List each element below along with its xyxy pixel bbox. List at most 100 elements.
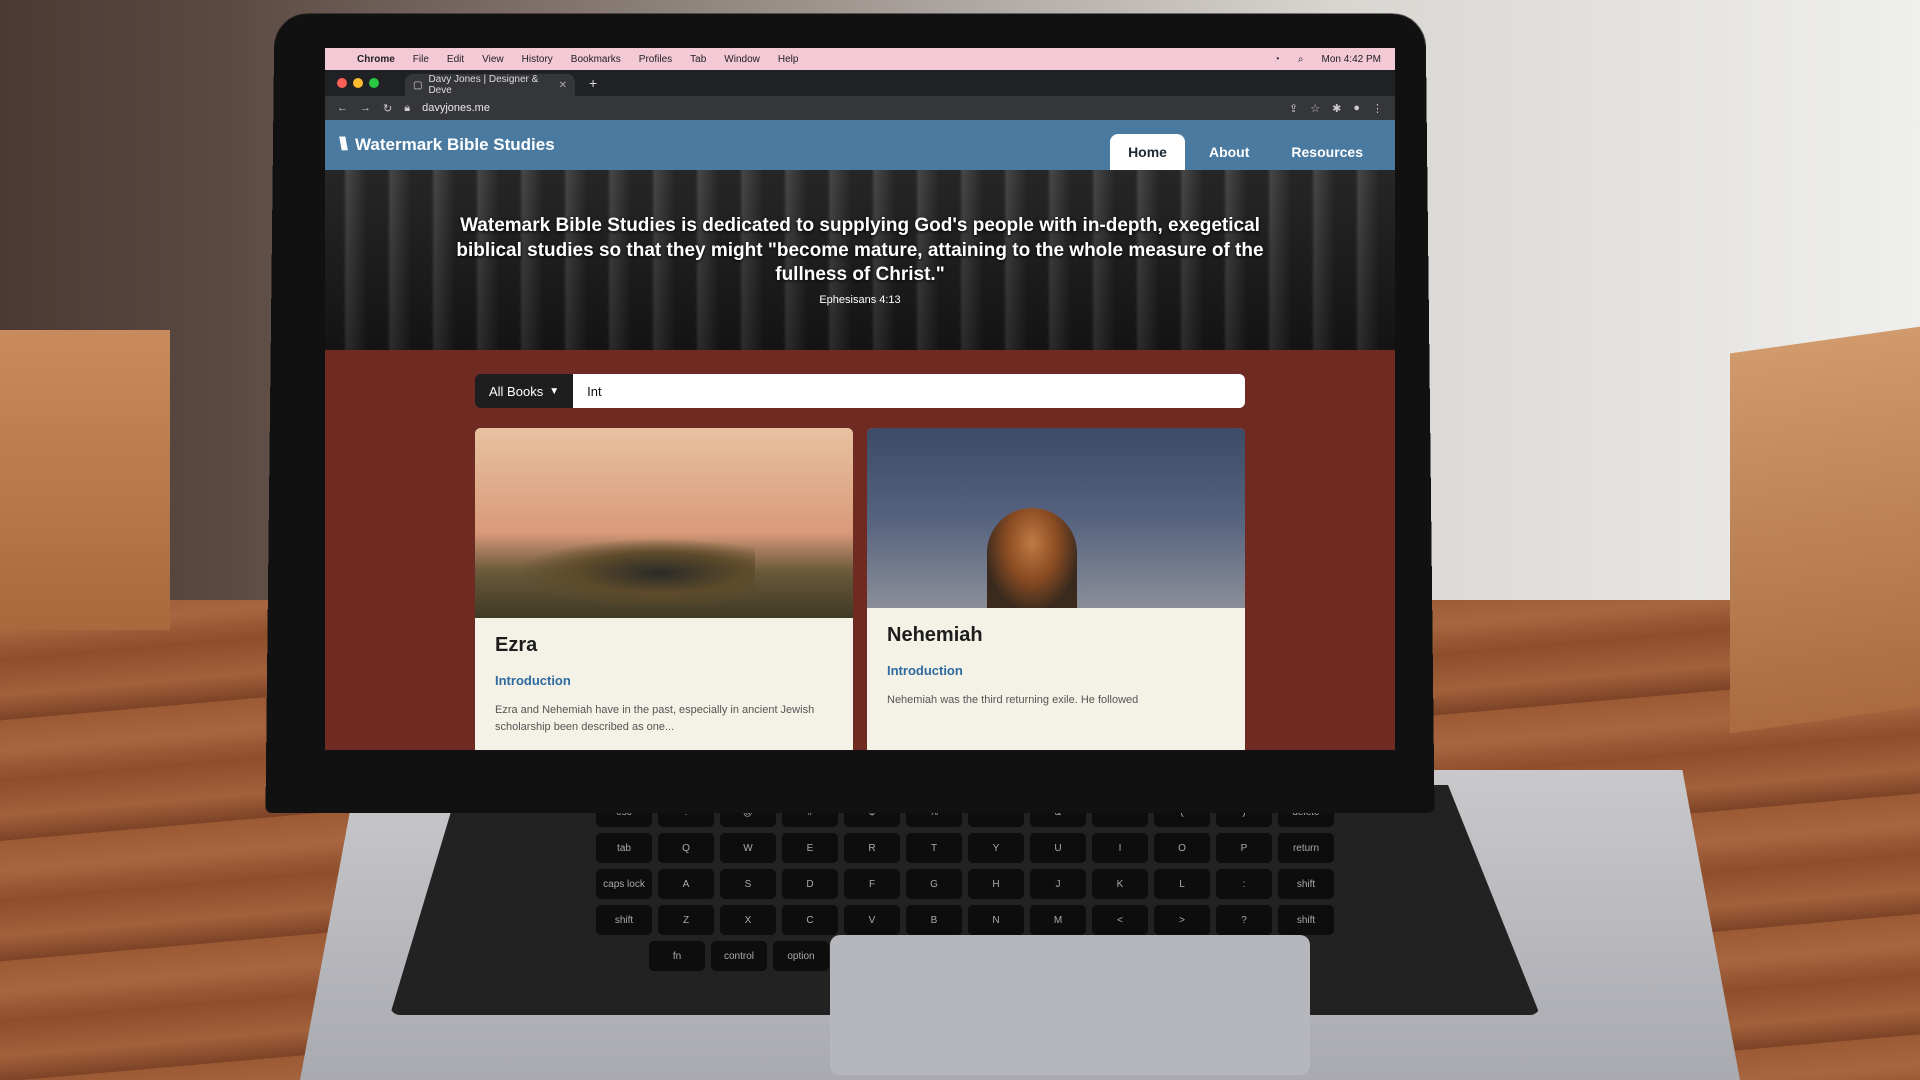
site-brand[interactable]: \\\ Watermark Bible Studies xyxy=(339,134,555,155)
chrome-menu-icon[interactable]: ⋮ xyxy=(1372,102,1383,115)
menubar-item-edit[interactable]: Edit xyxy=(447,54,464,65)
menubar-item-bookmarks[interactable]: Bookmarks xyxy=(571,54,621,65)
bookmark-star-icon[interactable]: ☆ xyxy=(1310,102,1320,115)
keyboard-key[interactable]: < xyxy=(1092,905,1148,935)
menubar-item-view[interactable]: View xyxy=(482,54,504,65)
mac-menubar: Chrome File Edit View History Bookmarks … xyxy=(325,48,1395,70)
keyboard-key[interactable]: X xyxy=(720,905,776,935)
book-filter-dropdown[interactable]: All Books ▼ xyxy=(475,374,574,408)
keyboard-key[interactable]: Y xyxy=(968,833,1024,863)
card-excerpt: Ezra and Nehemiah have in the past, espe… xyxy=(495,704,815,733)
card-title: Nehemiah xyxy=(887,624,983,646)
keyboard-key[interactable]: M xyxy=(1030,905,1086,935)
window-maximize-icon[interactable] xyxy=(369,78,379,88)
card-introduction-link[interactable]: Introduction xyxy=(495,673,833,688)
reload-icon[interactable]: ↻ xyxy=(383,102,392,115)
search-icon[interactable]: ⌕ xyxy=(1298,54,1304,65)
tab-close-icon[interactable]: ✕ xyxy=(559,80,567,91)
ezra-painting-image xyxy=(475,428,853,618)
search-bar: All Books ▼ xyxy=(475,374,1245,408)
study-cards: Ezra Introduction Ezra and Nehemiah have… xyxy=(475,428,1245,750)
keyboard-key[interactable]: shift xyxy=(1278,905,1334,935)
brand-name: Watermark Bible Studies xyxy=(355,134,555,154)
keyboard-key[interactable]: control xyxy=(711,941,767,971)
window-minimize-icon[interactable] xyxy=(353,78,363,88)
keyboard-key[interactable]: H xyxy=(968,869,1024,899)
keyboard-key[interactable]: P xyxy=(1216,833,1272,863)
tab-favicon-icon: ▢ xyxy=(413,79,423,91)
card-title: Ezra xyxy=(495,634,538,656)
keyboard-key[interactable]: fn xyxy=(649,941,705,971)
keyboard-key[interactable]: shift xyxy=(1278,869,1334,899)
keyboard-key[interactable]: return xyxy=(1278,833,1334,863)
keyboard-row-4: shift Z X C V B N M < >? shift xyxy=(390,905,1540,935)
window-close-icon[interactable] xyxy=(337,78,347,88)
keyboard-row-2: tab Q W E R T Y U I O Preturn xyxy=(390,833,1540,863)
hero-banner: Watemark Bible Studies is dedicated to s… xyxy=(325,170,1395,350)
keyboard-key[interactable]: option xyxy=(773,941,829,971)
keyboard-key[interactable]: caps lock xyxy=(596,869,652,899)
keyboard-key[interactable]: > xyxy=(1154,905,1210,935)
keyboard-key[interactable]: Q xyxy=(658,833,714,863)
back-icon[interactable]: ← xyxy=(337,102,348,114)
keyboard-key[interactable]: K xyxy=(1092,869,1148,899)
share-icon[interactable]: ⇪ xyxy=(1289,102,1298,115)
keyboard-key[interactable]: E xyxy=(782,833,838,863)
keyboard-key[interactable]: N xyxy=(968,905,1024,935)
study-card-nehemiah[interactable]: Nehemiah Introduction Nehemiah was the t… xyxy=(867,428,1245,750)
menubar-item-help[interactable]: Help xyxy=(778,54,799,65)
keyboard-key[interactable]: C xyxy=(782,905,838,935)
menubar-item-file[interactable]: File xyxy=(413,54,429,65)
nav-resources[interactable]: Resources xyxy=(1273,134,1381,170)
study-card-ezra[interactable]: Ezra Introduction Ezra and Nehemiah have… xyxy=(475,428,853,750)
keyboard-key[interactable]: G xyxy=(906,869,962,899)
nav-about[interactable]: About xyxy=(1191,134,1267,170)
address-bar[interactable]: davyjones.me xyxy=(422,102,490,114)
browser-tab[interactable]: ▢ Davy Jones | Designer & Deve ✕ xyxy=(405,74,575,96)
caret-down-icon: ▼ xyxy=(549,385,560,397)
keyboard-key[interactable]: R xyxy=(844,833,900,863)
keyboard-key[interactable]: U xyxy=(1030,833,1086,863)
menubar-item-profiles[interactable]: Profiles xyxy=(639,54,672,65)
keyboard-key[interactable]: J xyxy=(1030,869,1086,899)
forward-icon[interactable]: → xyxy=(360,102,371,114)
keyboard-key[interactable]: O xyxy=(1154,833,1210,863)
keyboard-key[interactable]: L xyxy=(1154,869,1210,899)
menubar-item-tab[interactable]: Tab xyxy=(690,54,706,65)
hero-quote: Watemark Bible Studies is dedicated to s… xyxy=(456,214,1264,286)
wifi-icon[interactable]: ◔ xyxy=(1274,54,1280,65)
keyboard-key[interactable]: D xyxy=(782,869,838,899)
keyboard-key[interactable]: T xyxy=(906,833,962,863)
profile-avatar-icon[interactable]: ● xyxy=(1353,102,1360,114)
site-nav: Home About Resources xyxy=(1110,134,1381,170)
laptop-screen: Chrome File Edit View History Bookmarks … xyxy=(325,48,1395,750)
lock-icon: 🔒︎ xyxy=(404,101,411,114)
search-input[interactable] xyxy=(573,374,1245,408)
nav-home[interactable]: Home xyxy=(1110,134,1185,170)
keyboard-key[interactable]: shift xyxy=(596,905,652,935)
keyboard-key[interactable]: W xyxy=(720,833,776,863)
new-tab-icon[interactable]: + xyxy=(589,75,597,91)
menubar-item-history[interactable]: History xyxy=(522,54,553,65)
keyboard-key[interactable]: tab xyxy=(596,833,652,863)
keyboard-key[interactable]: F xyxy=(844,869,900,899)
browser-tab-strip: ▢ Davy Jones | Designer & Deve ✕ + xyxy=(325,70,1395,96)
keyboard-key[interactable]: S xyxy=(720,869,776,899)
menubar-item-window[interactable]: Window xyxy=(724,54,760,65)
keyboard-key[interactable]: V xyxy=(844,905,900,935)
card-introduction-link[interactable]: Introduction xyxy=(887,663,1225,678)
card-excerpt: Nehemiah was the third returning exile. … xyxy=(887,694,1139,706)
extensions-icon[interactable]: ✱ xyxy=(1332,102,1341,115)
trackpad[interactable] xyxy=(830,935,1310,1075)
chair-left xyxy=(0,330,170,630)
menubar-clock[interactable]: Mon 4:42 PM xyxy=(1322,54,1381,65)
menubar-app-name[interactable]: Chrome xyxy=(357,54,395,65)
keyboard-key[interactable]: : xyxy=(1216,869,1272,899)
keyboard-key[interactable]: ? xyxy=(1216,905,1272,935)
keyboard-key[interactable]: A xyxy=(658,869,714,899)
book-filter-label: All Books xyxy=(489,383,544,399)
keyboard-key[interactable]: B xyxy=(906,905,962,935)
keyboard-key[interactable]: Z xyxy=(658,905,714,935)
nehemiah-painting-image xyxy=(867,428,1245,608)
keyboard-key[interactable]: I xyxy=(1092,833,1148,863)
